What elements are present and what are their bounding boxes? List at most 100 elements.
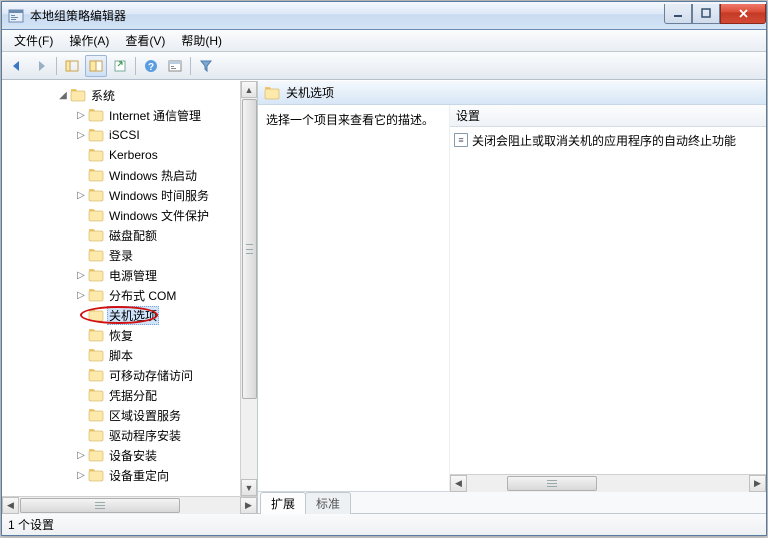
tabs: 扩展 标准 xyxy=(258,491,766,513)
expand-icon[interactable]: ▷ xyxy=(74,130,88,141)
tree-node[interactable]: 关机选项 xyxy=(2,305,257,325)
tree-node[interactable]: 区域设置服务 xyxy=(2,405,257,425)
menu-view[interactable]: 查看(V) xyxy=(117,30,173,51)
list-view-button[interactable] xyxy=(85,55,107,77)
list-item[interactable]: ≡ 关闭会阻止或取消关机的应用程序的自动终止功能 xyxy=(454,131,766,149)
policy-icon: ≡ xyxy=(454,133,468,147)
folder-icon xyxy=(88,448,104,462)
menu-action[interactable]: 操作(A) xyxy=(61,30,117,51)
folder-icon xyxy=(88,108,104,122)
tree-label: iSCSI xyxy=(107,127,142,143)
folder-icon xyxy=(88,308,104,322)
tree-node[interactable]: ▷分布式 COM xyxy=(2,285,257,305)
tree-node[interactable]: 磁盘配额 xyxy=(2,225,257,245)
show-tree-button[interactable] xyxy=(61,55,83,77)
expand-icon[interactable]: ▷ xyxy=(74,190,88,201)
separator xyxy=(190,57,191,75)
toolbar: ? xyxy=(2,52,766,80)
filter-button[interactable] xyxy=(195,55,217,77)
scroll-down-icon[interactable]: ▼ xyxy=(241,479,257,496)
tree-node[interactable]: 脚本 xyxy=(2,345,257,365)
folder-icon xyxy=(88,468,104,482)
tab-standard[interactable]: 标准 xyxy=(305,492,351,514)
help-button[interactable]: ? xyxy=(140,55,162,77)
window-buttons xyxy=(664,4,766,24)
back-button[interactable] xyxy=(6,55,28,77)
tree-hscroll[interactable]: ◀ ▶ xyxy=(2,496,257,513)
app-icon xyxy=(8,8,24,24)
scroll-right-icon[interactable]: ▶ xyxy=(240,497,257,514)
detail-pane: 关机选项 选择一个项目来查看它的描述。 设置 ≡ 关闭会阻止或取消关机的应用程序的… xyxy=(258,81,766,513)
statusbar: 1 个设置 xyxy=(2,513,766,535)
column-header-setting[interactable]: 设置 xyxy=(450,105,766,127)
menu-file[interactable]: 文件(F) xyxy=(6,30,61,51)
tree-node-root[interactable]: ◢系统 xyxy=(2,85,257,105)
folder-icon xyxy=(88,408,104,422)
tree-node[interactable]: Windows 文件保护 xyxy=(2,205,257,225)
tab-extended[interactable]: 扩展 xyxy=(260,492,306,514)
description-panel: 选择一个项目来查看它的描述。 xyxy=(258,105,450,491)
description-text: 选择一个项目来查看它的描述。 xyxy=(266,113,434,127)
detail-header: 关机选项 xyxy=(258,81,766,105)
tree-node[interactable]: Windows 热启动 xyxy=(2,165,257,185)
tree-node[interactable]: ▷电源管理 xyxy=(2,265,257,285)
minimize-button[interactable] xyxy=(664,4,692,24)
svg-text:?: ? xyxy=(148,62,154,73)
detail-hscroll[interactable]: ◀ ▶ xyxy=(450,474,766,491)
collapse-icon[interactable]: ◢ xyxy=(56,90,70,101)
scroll-left-icon[interactable]: ◀ xyxy=(450,475,467,492)
tree-node[interactable]: 驱动程序安装 xyxy=(2,425,257,445)
titlebar[interactable]: 本地组策略编辑器 xyxy=(2,2,766,30)
tree-node[interactable]: ▷设备重定向 xyxy=(2,465,257,485)
status-text: 1 个设置 xyxy=(8,516,54,533)
list-item-label: 关闭会阻止或取消关机的应用程序的自动终止功能 xyxy=(472,132,736,149)
properties-button[interactable] xyxy=(164,55,186,77)
tree-label: Windows 时间服务 xyxy=(107,186,211,205)
scroll-right-icon[interactable]: ▶ xyxy=(749,475,766,492)
maximize-button[interactable] xyxy=(692,4,720,24)
export-button[interactable] xyxy=(109,55,131,77)
scroll-up-icon[interactable]: ▲ xyxy=(241,81,257,98)
detail-body: 选择一个项目来查看它的描述。 设置 ≡ 关闭会阻止或取消关机的应用程序的自动终止功… xyxy=(258,105,766,491)
folder-icon xyxy=(88,168,104,182)
window: 本地组策略编辑器 文件(F) 操作(A) 查看(V) 帮助(H) ? ◢系统 ▷ I… xyxy=(1,1,767,536)
expand-icon[interactable]: ▷ xyxy=(74,270,88,281)
tree-node[interactable]: 登录 xyxy=(2,245,257,265)
folder-icon xyxy=(88,148,104,162)
tree-label: 磁盘配额 xyxy=(107,226,159,245)
folder-icon xyxy=(88,368,104,382)
menu-help[interactable]: 帮助(H) xyxy=(173,30,230,51)
tree-node[interactable]: Kerberos xyxy=(2,145,257,165)
close-button[interactable] xyxy=(720,4,766,24)
tree-pane: ◢系统 ▷ Internet 通信管理 ▷ iSCSI KerberosWindows 热… xyxy=(2,81,258,513)
tree-vscroll[interactable]: ▲ ▼ xyxy=(240,81,257,496)
tree-node[interactable]: 凭据分配 xyxy=(2,385,257,405)
tree-node[interactable]: ▷ Internet 通信管理 xyxy=(2,105,257,125)
tree-label: Windows 文件保护 xyxy=(107,206,211,225)
tree-node[interactable]: 可移动存储访问 xyxy=(2,365,257,385)
tree-node[interactable]: ▷ iSCSI xyxy=(2,125,257,145)
expand-icon[interactable]: ▷ xyxy=(74,290,88,301)
tree-label: 可移动存储访问 xyxy=(107,366,195,385)
folder-icon xyxy=(88,288,104,302)
expand-icon[interactable]: ▷ xyxy=(74,450,88,461)
scroll-left-icon[interactable]: ◀ xyxy=(2,497,19,514)
folder-icon xyxy=(88,228,104,242)
expand-icon[interactable]: ▷ xyxy=(74,470,88,481)
tree-node[interactable]: ▷ 设备安装 xyxy=(2,445,257,465)
tree-label: 登录 xyxy=(107,246,135,265)
expand-icon[interactable]: ▷ xyxy=(74,110,88,121)
forward-button[interactable] xyxy=(30,55,52,77)
tree-label: Internet 通信管理 xyxy=(107,106,203,125)
tree-label: 设备安装 xyxy=(107,446,159,465)
tree-scroll: ◢系统 ▷ Internet 通信管理 ▷ iSCSI KerberosWindows 热… xyxy=(2,81,257,496)
folder-icon xyxy=(88,428,104,442)
tree-node[interactable]: 恢复 xyxy=(2,325,257,345)
folder-icon xyxy=(88,188,104,202)
folder-icon xyxy=(88,328,104,342)
folder-icon xyxy=(88,208,104,222)
list-body: ≡ 关闭会阻止或取消关机的应用程序的自动终止功能 xyxy=(450,127,766,474)
folder-icon xyxy=(88,248,104,262)
tree: ◢系统 ▷ Internet 通信管理 ▷ iSCSI KerberosWindows 热… xyxy=(2,85,257,485)
tree-node[interactable]: ▷ Windows 时间服务 xyxy=(2,185,257,205)
